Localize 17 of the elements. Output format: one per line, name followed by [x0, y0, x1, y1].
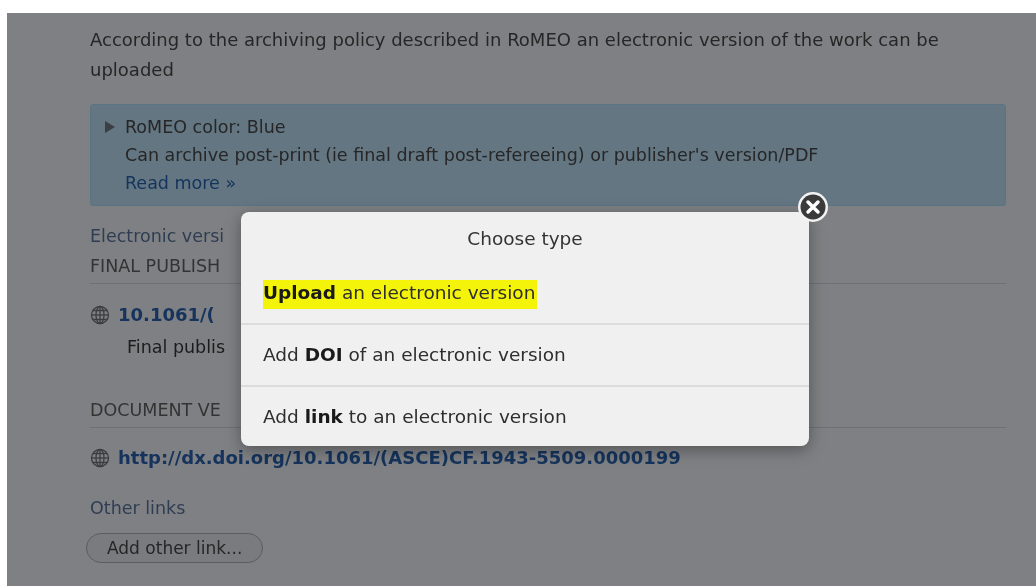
globe-icon [90, 448, 110, 468]
other-links-label: Other links [90, 497, 186, 520]
doi-link[interactable]: 10.1061/( [118, 300, 215, 330]
romeo-description: Can archive post-print (ie final draft post-refereeing) or publisher's version/PDF [125, 144, 819, 167]
read-more-link[interactable]: Read more » [125, 169, 237, 197]
intro-paragraph: According to the archiving policy described in RoMEO an electronic version of the work can be uploaded [90, 28, 940, 82]
globe-icon [90, 305, 110, 325]
dialog-title: Choose type [467, 227, 583, 251]
section-label: Electronic versi [90, 225, 225, 248]
close-icon[interactable] [797, 191, 829, 223]
section-heading: DOCUMENT VE [90, 399, 221, 422]
dialog-option[interactable]: Upload an electronic version [241, 252, 809, 325]
add-other-link-button[interactable]: Add other link... [86, 533, 264, 563]
dialog-option[interactable]: Add DOI of an electronic version [241, 325, 809, 387]
version-note: Final publis [127, 336, 226, 359]
section-heading: FINAL PUBLISH [90, 255, 221, 278]
romeo-color-text: RoMEO color: Blue [125, 116, 286, 139]
